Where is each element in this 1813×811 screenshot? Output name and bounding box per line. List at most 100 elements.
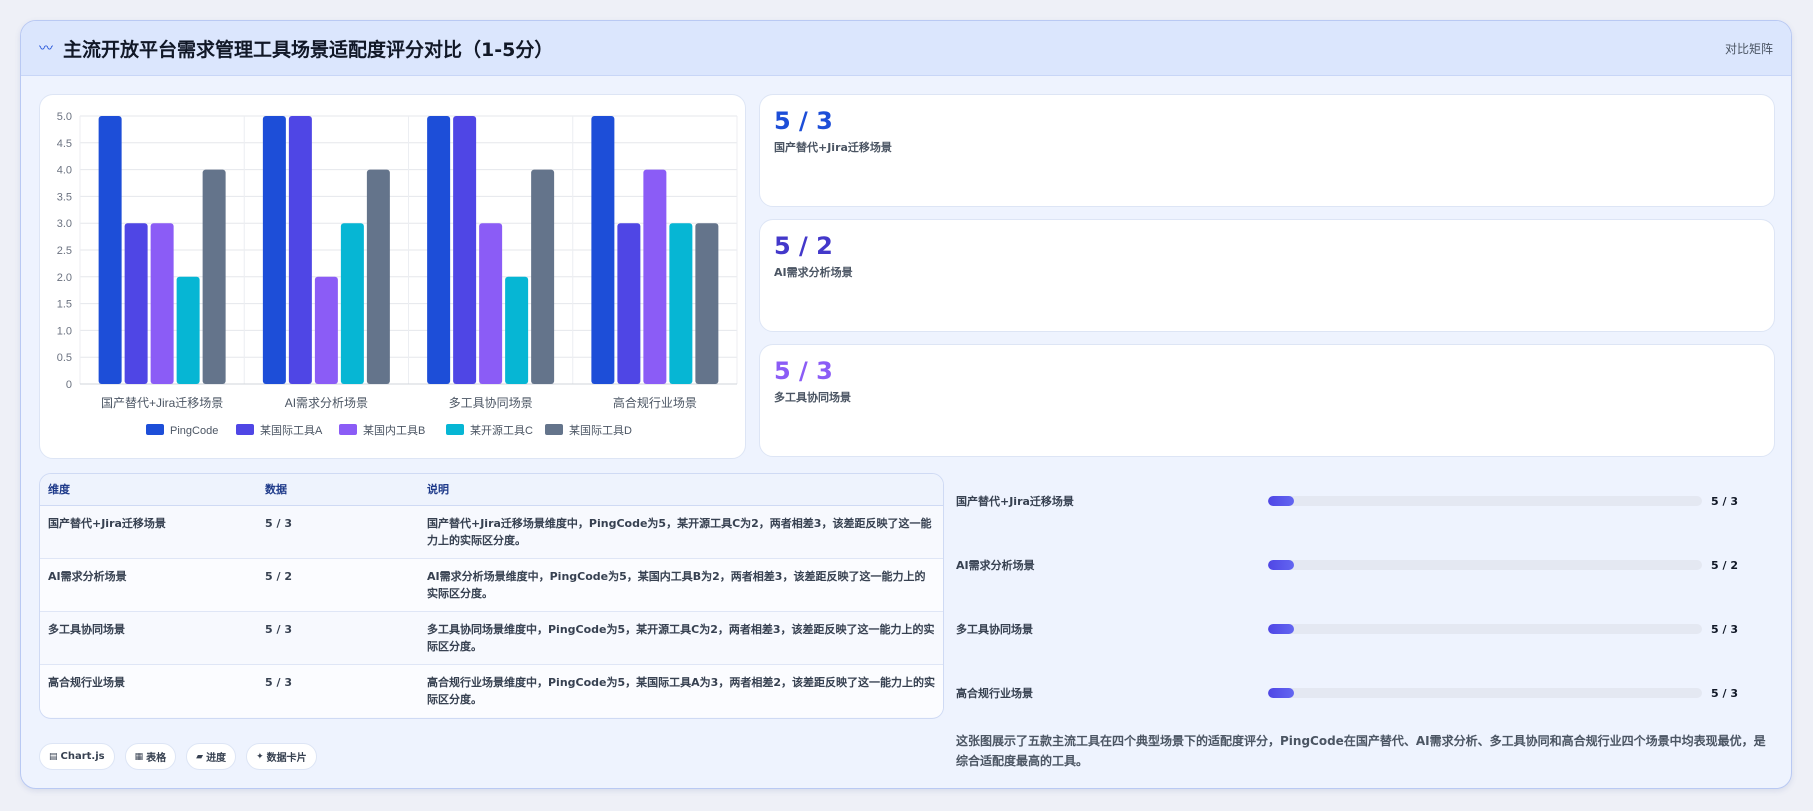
bar-chart-svg: 0 0.5 1.0 1.5 2.0 2.5 3.0 3.5 4.0 4.5 5.0 国产替代+Jira…	[57, 111, 738, 437]
table-row: 高合规行业场景 5 / 3 高合规行业场景维度中，PingCode为5，某国际工具A…	[40, 664, 943, 717]
bar	[366, 169, 390, 384]
comparison-card: 〰 主流开放平台需求管理工具场景适配度评分对比（1-5分） 对比矩阵 0 0.5 1…	[20, 20, 1792, 789]
table-header-dimension: 维度	[40, 474, 257, 506]
row-description: 多工具协同场景维度中，PingCode为5，某开源工具C为2，两者相差3，该差距…	[419, 611, 943, 665]
page-title: 主流开放平台需求管理工具场景适配度评分对比（1-5分）	[63, 38, 554, 61]
bar	[669, 223, 693, 384]
stat-card: 5 / 2 AI需求分析场景	[759, 219, 1775, 332]
bar	[124, 223, 148, 384]
tech-chips: ▤ Chart.js ▦ 表格 ▰ 进度 ✦ 数据卡片	[39, 743, 317, 770]
bar	[591, 116, 615, 384]
progress-track	[1268, 624, 1702, 634]
table-header-data: 数据	[257, 474, 419, 506]
stat-label: 国产替代+Jira迁移场景	[774, 141, 892, 154]
y-tick-label: 3.5	[57, 191, 72, 203]
stat-card: 5 / 3 多工具协同场景	[759, 344, 1775, 457]
legend-label: PingCode	[170, 425, 218, 437]
progress-label: 高合规行业场景	[956, 687, 1033, 700]
progress-fill	[1268, 560, 1295, 570]
x-tick-label: AI需求分析场景	[285, 396, 368, 410]
stat-label: 多工具协同场景	[774, 391, 851, 404]
y-tick-label: 2.0	[57, 272, 72, 284]
table-header-description: 说明	[419, 474, 943, 506]
row-dimension: AI需求分析场景	[40, 558, 257, 612]
legend-swatch	[545, 424, 563, 435]
chip-label: 进度	[206, 753, 227, 764]
bar	[340, 223, 364, 384]
progress-value: 5 / 3	[1711, 494, 1738, 508]
table-row: AI需求分析场景 5 / 2 AI需求分析场景维度中，PingCode为5，某国内工…	[40, 558, 943, 612]
y-tick-label: 4.5	[57, 138, 72, 150]
progress-value: 5 / 3	[1711, 686, 1738, 700]
stat-label: AI需求分析场景	[774, 266, 853, 279]
tech-chip: ▰ 进度	[186, 743, 237, 770]
y-tick-label: 4.0	[57, 165, 72, 177]
y-tick-label: 2.5	[57, 245, 72, 257]
y-tick-label: 3.0	[57, 218, 72, 230]
progress-row: 国产替代+Jira迁移场景 5 / 3	[956, 491, 1776, 511]
progress-row: 高合规行业场景 5 / 3	[956, 683, 1776, 703]
legend-label: 某国际工具D	[569, 424, 632, 437]
card-header: 〰 主流开放平台需求管理工具场景适配度评分对比（1-5分） 对比矩阵	[21, 21, 1791, 76]
stat-card: 5 / 3 国产替代+Jira迁移场景	[759, 94, 1775, 207]
progress-icon: ▰	[196, 751, 204, 762]
row-description: 高合规行业场景维度中，PingCode为5，某国际工具A为3，两者相差2，该差距…	[419, 664, 943, 717]
y-tick-label: 0.5	[57, 352, 72, 364]
x-tick-label: 多工具协同场景	[449, 395, 533, 410]
y-tick-label: 1.5	[57, 299, 72, 311]
x-tick-label: 高合规行业场景	[613, 395, 697, 410]
row-data: 5 / 2	[257, 558, 419, 612]
chip-label: Chart.js	[60, 751, 105, 762]
stat-value: 5 / 3	[774, 107, 833, 135]
row-data: 5 / 3	[257, 505, 419, 559]
table-row: 国产替代+Jira迁移场景 5 / 3 国产替代+Jira迁移场景维度中，PingC…	[40, 505, 943, 559]
bar	[505, 276, 529, 384]
row-description: AI需求分析场景维度中，PingCode为5，某国内工具B为2，两者相差3，该差…	[419, 558, 943, 612]
progress-fill	[1268, 496, 1295, 506]
bar-chart: 0 0.5 1.0 1.5 2.0 2.5 3.0 3.5 4.0 4.5 5.0 国产替代+Jira…	[39, 94, 746, 459]
bar	[427, 116, 451, 384]
legend-swatch	[236, 424, 254, 435]
y-tick-label: 1.0	[57, 325, 72, 337]
progress-track	[1268, 688, 1702, 698]
table-header-row: 维度 数据 说明	[40, 474, 943, 506]
bar	[643, 169, 667, 384]
header-left: 〰 主流开放平台需求管理工具场景适配度评分对比（1-5分）	[39, 35, 553, 62]
bar	[453, 116, 477, 384]
wave-icon: 〰	[39, 41, 53, 57]
summary-text: 这张图展示了五款主流工具在四个典型场景下的适配度评分，PingCode在国产替代…	[956, 734, 1766, 768]
legend-swatch	[146, 424, 164, 435]
progress-track	[1268, 496, 1702, 506]
bar	[288, 116, 312, 384]
progress-fill	[1268, 688, 1295, 698]
bar	[695, 223, 719, 384]
row-description: 国产替代+Jira迁移场景维度中，PingCode为5，某开源工具C为2，两者相…	[419, 505, 943, 559]
progress-fill	[1268, 624, 1295, 634]
legend-swatch	[446, 424, 464, 435]
progress-label: 多工具协同场景	[956, 623, 1033, 636]
progress-label: AI需求分析场景	[956, 559, 1035, 572]
chart-icon: ▤	[49, 751, 58, 762]
matrix-tag: 对比矩阵	[1724, 41, 1773, 56]
legend-label: 某国际工具A	[260, 424, 323, 437]
bar	[531, 169, 555, 384]
progress-track	[1268, 560, 1702, 570]
chip-label: 表格	[146, 753, 167, 764]
row-data: 5 / 3	[257, 664, 419, 717]
progress-row: 多工具协同场景 5 / 3	[956, 619, 1776, 639]
bar	[617, 223, 641, 384]
tech-chip: ✦ 数据卡片	[246, 743, 317, 770]
bar	[150, 223, 174, 384]
bar	[314, 276, 338, 384]
chip-label: 数据卡片	[266, 753, 307, 764]
row-dimension: 多工具协同场景	[40, 611, 257, 665]
bar	[262, 116, 286, 384]
y-tick-label: 0	[66, 379, 72, 391]
bar	[479, 223, 503, 384]
row-dimension: 高合规行业场景	[40, 664, 257, 717]
progress-label: 国产替代+Jira迁移场景	[956, 495, 1074, 508]
x-tick-label: 国产替代+Jira迁移场景	[101, 396, 223, 410]
y-tick-label: 5.0	[57, 111, 72, 123]
tech-chip: ▤ Chart.js	[39, 743, 115, 770]
table-row: 多工具协同场景 5 / 3 多工具协同场景维度中，PingCode为5，某开源工具C…	[40, 611, 943, 665]
